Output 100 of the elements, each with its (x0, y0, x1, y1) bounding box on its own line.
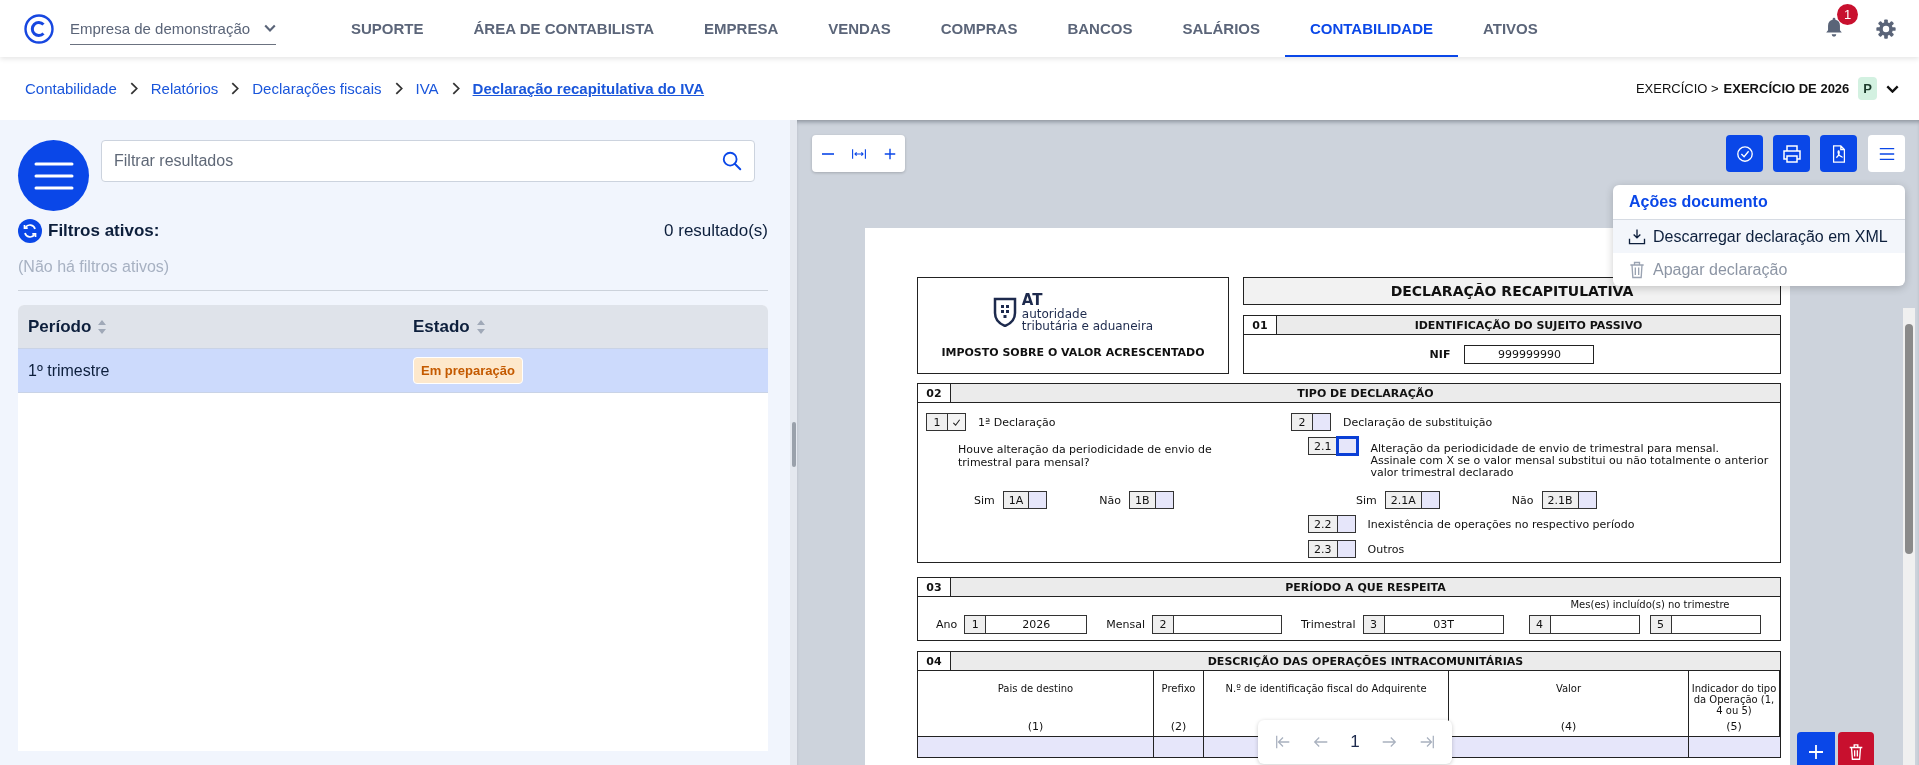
field-code: 1B (1130, 492, 1156, 508)
search-icon (721, 150, 743, 172)
nav-tab[interactable]: BANCOS (1042, 0, 1158, 57)
shield-logo-icon (992, 297, 1017, 327)
company-select[interactable]: Empresa de demonstração (70, 12, 276, 45)
fit-width-icon (850, 146, 867, 161)
table-cell[interactable] (1154, 737, 1204, 757)
checkbox[interactable] (1337, 438, 1357, 454)
column-header[interactable]: Estado (413, 316, 470, 337)
section-title: PERÍODO A QUE RESPEITA (951, 578, 1780, 596)
column-header: Valor (1555, 683, 1582, 694)
status-badge: Em preparação (413, 357, 523, 384)
option-label: Inexistência de operações no respectivo período (1367, 517, 1635, 531)
chevron-right-icon (129, 82, 138, 95)
option-description: Assinale com X se o valor mensal substitui ou não totalmente o anterior valor trimestral declarado (1370, 455, 1770, 479)
nav-tab[interactable]: EMPRESA (679, 0, 804, 57)
chevron-right-icon (231, 82, 240, 95)
plus-icon (882, 146, 897, 161)
tax-name: IMPOSTO SOBRE O VALOR ACRESCENTADO (941, 345, 1205, 359)
field-label: Ano (936, 618, 958, 631)
no-filters-text: (Não há filtros ativos) (18, 258, 768, 291)
section-title: DESCRIÇÃO DAS OPERAÇÕES INTRACOMUNITÁRIAS (951, 652, 1780, 670)
logo-abbreviation: AT (1021, 292, 1043, 308)
print-button[interactable] (1773, 135, 1810, 172)
nav-tab[interactable]: SUPORTE (326, 0, 449, 57)
chevron-down-icon (264, 24, 276, 32)
nav-tab[interactable]: VENDAS (803, 0, 916, 57)
table-cell[interactable] (1689, 737, 1780, 757)
nav-tab[interactable]: COMPRAS (915, 0, 1043, 57)
nav-tab[interactable]: ÁREA DE CONTABILISTA (448, 0, 680, 57)
breadcrumb-link[interactable]: Relatórios (150, 80, 219, 97)
filter-field[interactable]: Filtrar resultados (101, 140, 755, 182)
field-code: 2 (1292, 414, 1313, 430)
nav-tab[interactable]: SALÁRIOS (1157, 0, 1285, 57)
period-cell-text: 1º trimestre (27, 361, 111, 380)
breadcrumb-link[interactable]: Declaração recapitulativa do IVA (472, 80, 705, 97)
column-header: Prefixo (1161, 683, 1196, 694)
option-description: Alteração da periodicidade de envio de trimestral para mensal. (1370, 443, 1721, 455)
fiscal-year-dropdown[interactable] (1886, 84, 1899, 93)
option-label: 1ª Declaração (978, 415, 1056, 429)
table-cell[interactable] (918, 737, 1154, 757)
page-number: 1 (1350, 732, 1360, 752)
validate-button[interactable] (1726, 135, 1763, 172)
checkbox[interactable] (1313, 414, 1330, 430)
option-label: Não (1099, 493, 1121, 507)
chevron-right-icon (451, 82, 460, 95)
bell-icon (1823, 15, 1845, 38)
checkbox[interactable] (1029, 492, 1047, 508)
logo-text: tributária e aduaneira (1021, 319, 1154, 332)
field-code: 2.1A (1385, 492, 1422, 508)
settings-icon (1875, 17, 1897, 40)
column-header: Pais de destino (997, 683, 1074, 694)
months-caption: Mes(es) incluído(s) no trimestre (1569, 599, 1731, 610)
sort-icon (475, 318, 486, 335)
breadcrumb-link[interactable]: IVA (415, 80, 439, 97)
field-code: 2.2 (1309, 516, 1338, 532)
delete-button[interactable] (1838, 732, 1874, 765)
notification-badge: 1 (1837, 3, 1858, 25)
nif-field: 999999990 (1464, 344, 1595, 364)
sort-icon (97, 318, 108, 335)
menu-item[interactable]: Descarregar declaração em XML (1613, 220, 1905, 253)
fiscal-year-value: EXERCÍCIO DE 2026 (1723, 81, 1850, 96)
plus-icon (1808, 744, 1824, 760)
table-row[interactable]: 1º trimestre Em preparação (18, 348, 768, 393)
breadcrumb-link[interactable]: Declarações fiscais (252, 80, 382, 97)
table-cell[interactable] (1449, 737, 1689, 757)
field-code: 2.1 (1309, 438, 1338, 454)
field-label: Trimestral (1301, 618, 1356, 631)
column-header: Indicador do tipo da Operação (1, 4 ou 5) (1691, 683, 1777, 716)
question-text: Houve alteração da periodicidade de envio de trimestral para mensal? (958, 443, 1213, 469)
settings-button[interactable] (1875, 17, 1897, 40)
result-count: 0 resultado(s) (664, 221, 768, 241)
more-actions-button[interactable] (1868, 135, 1905, 172)
chevron-right-icon (394, 82, 403, 95)
checkbox[interactable] (948, 414, 965, 430)
column-index: (1) (1027, 720, 1044, 733)
section-title: IDENTIFICAÇÃO DO SUJEITO PASSIVO (1277, 316, 1780, 334)
pdf-button[interactable] (1820, 135, 1857, 172)
logo-text: autoridade (1021, 307, 1089, 320)
check-circle-icon (1735, 144, 1754, 163)
minus-icon (820, 152, 835, 155)
column-index: (4) (1560, 720, 1577, 733)
breadcrumb-link[interactable]: Contabilidade (25, 80, 117, 97)
add-button[interactable] (1797, 732, 1835, 765)
column-index: (2) (1170, 720, 1187, 733)
option-label: Outros (1367, 542, 1405, 556)
trash-icon (1847, 743, 1865, 761)
field-code: 2.3 (1309, 541, 1338, 557)
option-label: Não (1511, 493, 1534, 507)
company-logo-icon (24, 13, 54, 44)
column-header[interactable]: Período (28, 316, 92, 337)
option-label: Declaração de substituição (1343, 415, 1493, 429)
resize-handle[interactable] (791, 422, 796, 467)
check-icon (952, 417, 961, 427)
notifications-button[interactable] (1823, 15, 1845, 38)
trash-icon (1627, 259, 1647, 280)
refresh-icon (18, 219, 42, 243)
nav-tab[interactable]: ATIVOS (1458, 0, 1563, 57)
field-label: Mensal (1106, 618, 1145, 631)
fiscal-year-label: EXERCÍCIO > (1635, 81, 1719, 96)
